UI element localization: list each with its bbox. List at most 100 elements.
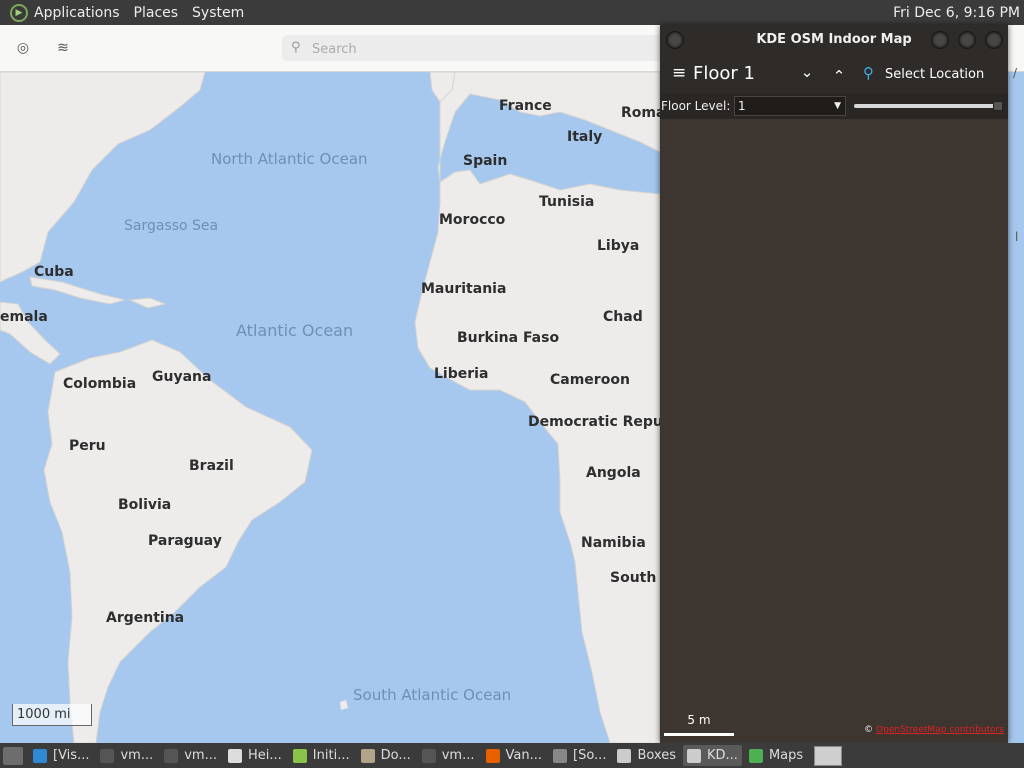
ocean-label: South Atlantic Ocean [353,686,512,704]
dropdown-arrow-icon: ▼ [834,101,841,111]
copyright-symbol: © [864,725,874,735]
layers-icon[interactable]: ≋ [53,38,73,58]
close-button[interactable] [985,31,1003,49]
map-label: Brazil [189,458,234,474]
taskbar-item-label: [So... [573,748,607,763]
app-icon [292,748,307,763]
search-icon[interactable]: ⚲ [863,64,874,82]
floor-slider[interactable] [854,101,1003,111]
taskbar-item-label: Initi... [312,748,350,763]
taskbar-item[interactable]: KD... [683,745,742,766]
places-menu[interactable]: Places [134,5,179,21]
show-desktop-button[interactable] [3,746,23,765]
map-label: Mauritania [421,281,507,297]
taskbar-item-label: Boxes [637,748,676,763]
terminal-icon [421,748,436,763]
taskbar-item[interactable]: vm... [96,745,157,766]
ocean-label: Sargasso Sea [124,218,219,234]
applications-menu[interactable]: Applications [34,5,120,21]
map-label: Cameroon [550,372,630,388]
hamburger-menu-icon[interactable]: ≡ [672,63,686,83]
indoor-map-window: KDE OSM Indoor Map ≡ Floor 1 ⌄ ⌃ ⚲ Selec… [660,25,1008,743]
boxes-icon [617,748,632,763]
floor-level-value: 1 [738,99,746,113]
ocean-label: North Atlantic Ocean [211,150,368,168]
terminal-icon [164,748,179,763]
background-fragment: / [1013,66,1018,80]
floor-level-select[interactable]: 1 ▼ [734,96,846,116]
taskbar-item[interactable]: vm... [160,745,221,766]
ocean-label: Atlantic Ocean [236,321,354,340]
taskbar-item[interactable]: vm... [418,745,479,766]
map-label: Burkina Faso [457,330,560,346]
maps-icon [748,748,763,763]
taskbar-item[interactable]: Maps [745,745,807,766]
taskbar-item[interactable]: Do... [357,745,415,766]
search-icon: ⚲ [291,40,301,55]
map-label: Tunisia [539,194,595,210]
camera-icon [553,748,567,763]
window-title: KDE OSM Indoor Map [756,32,912,47]
indoor-scale-bar: 5 m [664,713,734,736]
slider-handle[interactable] [993,101,1003,111]
map-label: Colombia [63,376,137,392]
select-location-button[interactable]: Select Location [885,67,984,82]
map-label: Spain [463,153,508,169]
taskbar-item[interactable]: Initi... [289,745,354,766]
osm-attribution-link[interactable]: OpenStreetMap contributors [876,725,1004,735]
taskbar-item[interactable]: [Vis... [29,745,93,766]
map-label: Democratic Republ [528,414,678,430]
map-label: Libya [597,238,640,254]
map-label: Bolivia [118,497,172,513]
map-label: emala [0,309,48,325]
taskbar: [Vis... vm... vm... Hei... Initi... Do... vm..… [0,743,1024,768]
map-label: Peru [69,438,106,454]
taskbar-item-label: Maps [768,748,804,763]
window-titlebar[interactable]: KDE OSM Indoor Map [660,25,1008,55]
map-label: Liberia [434,366,489,382]
document-icon [228,748,242,763]
minimize-button[interactable] [931,31,949,49]
indoor-toolbar: ≡ Floor 1 ⌄ ⌃ ⚲ Select Location [660,55,1008,93]
map-label: Paraguay [148,533,222,549]
floor-level-row: Floor Level: 1 ▼ [660,93,1008,119]
maximize-button[interactable] [958,31,976,49]
map-label: Namibia [581,535,646,551]
taskbar-item[interactable]: Boxes [613,745,680,766]
map-label: Cuba [34,264,74,280]
map-label: Italy [567,129,603,145]
chevron-up-icon[interactable]: ⌃ [829,67,849,85]
taskbar-item-label: vm... [120,748,154,763]
taskbar-item-label: KD... [707,748,738,763]
clock[interactable]: Fri Dec 6, 9:16 PM [893,5,1020,21]
taskbar-item[interactable]: Hei... [224,745,286,766]
task-list: [Vis... vm... vm... Hei... Initi... Do... vm..… [29,745,810,766]
map-label: Roma [621,105,666,121]
indoor-map-canvas[interactable]: 5 m © OpenStreetMap contributors [660,119,1008,743]
taskbar-item-label: vm... [184,748,217,763]
terminal-icon [100,748,115,763]
search-input[interactable] [310,38,644,60]
vscode-icon [33,748,47,763]
home-icon [687,748,701,763]
map-attribution: © OpenStreetMap contributors [864,725,1004,735]
map-label: Morocco [439,212,506,228]
map-label: Angola [586,465,641,481]
chevron-down-icon[interactable]: ⌄ [797,63,817,81]
floor-level-label: Floor Level: [661,99,731,113]
taskbar-item[interactable]: Van... [482,745,547,766]
system-menu[interactable]: System [192,5,244,21]
taskbar-item[interactable]: [So... [549,745,610,766]
map-label: Chad [603,309,643,325]
distro-logo-icon[interactable]: ▶ [10,3,28,22]
locate-icon[interactable]: ◎ [13,38,33,58]
map-scale-bar: 1000 mi [12,704,92,726]
floor-title: Floor 1 [693,63,755,84]
taskbar-item-label: [Vis... [53,748,90,763]
folder-icon [360,748,375,763]
taskbar-item-label: Van... [505,748,543,763]
workspace-switcher[interactable] [814,745,843,766]
background-fragment: l [1015,230,1019,244]
taskbar-item-label: Hei... [248,748,282,763]
map-label: France [499,98,552,114]
